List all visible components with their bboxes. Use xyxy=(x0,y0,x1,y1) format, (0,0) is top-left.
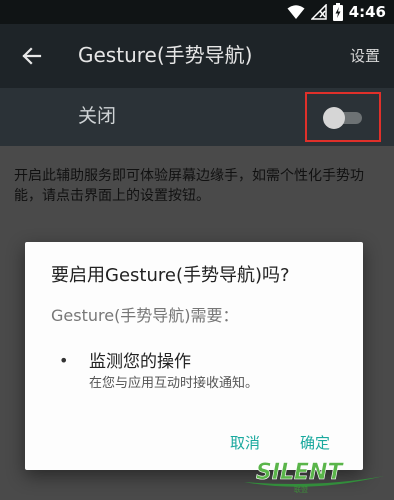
wifi-icon xyxy=(287,5,305,19)
permission-title: 监测您的操作 xyxy=(89,352,191,372)
arrow-back-icon xyxy=(22,47,42,65)
page-title: Gesture(手势导航) xyxy=(78,43,253,67)
permission-dialog: 要启用Gesture(手势导航)吗? Gesture(手势导航)需要： • 监测… xyxy=(25,242,363,470)
battery-charging-icon xyxy=(332,3,343,21)
settings-button[interactable]: 设置 xyxy=(350,44,380,68)
status-icons: 4:46 xyxy=(287,2,386,22)
bullet: • xyxy=(59,351,69,370)
watermark-logo: SILENT 联盟 xyxy=(238,452,388,496)
dialog-subtitle: Gesture(手势导航)需要： xyxy=(51,306,239,325)
back-button[interactable] xyxy=(18,42,46,70)
service-switch-row: 关闭 xyxy=(0,88,394,146)
watermark-text: SILENT xyxy=(256,460,344,485)
cancel-button[interactable]: 取消 xyxy=(230,432,260,454)
permission-description: 在您与应用互动时接收通知。 xyxy=(89,376,259,391)
watermark-small-text: 联盟 xyxy=(294,485,308,494)
app-bar: Gesture(手势导航) 设置 xyxy=(0,24,394,88)
confirm-button[interactable]: 确定 xyxy=(300,432,330,454)
switch-status-label: 关闭 xyxy=(78,105,117,127)
status-time: 4:46 xyxy=(348,3,386,21)
status-bar: 4:46 xyxy=(0,0,394,24)
dialog-title: 要启用Gesture(手势导航)吗? xyxy=(51,265,290,286)
toggle-thumb xyxy=(323,107,345,129)
no-signal-icon xyxy=(310,4,327,20)
service-description: 开启此辅助服务即可体验屏幕边缘手，如需个性化手势功能，请点击界面上的设置按钮。 xyxy=(14,168,364,204)
